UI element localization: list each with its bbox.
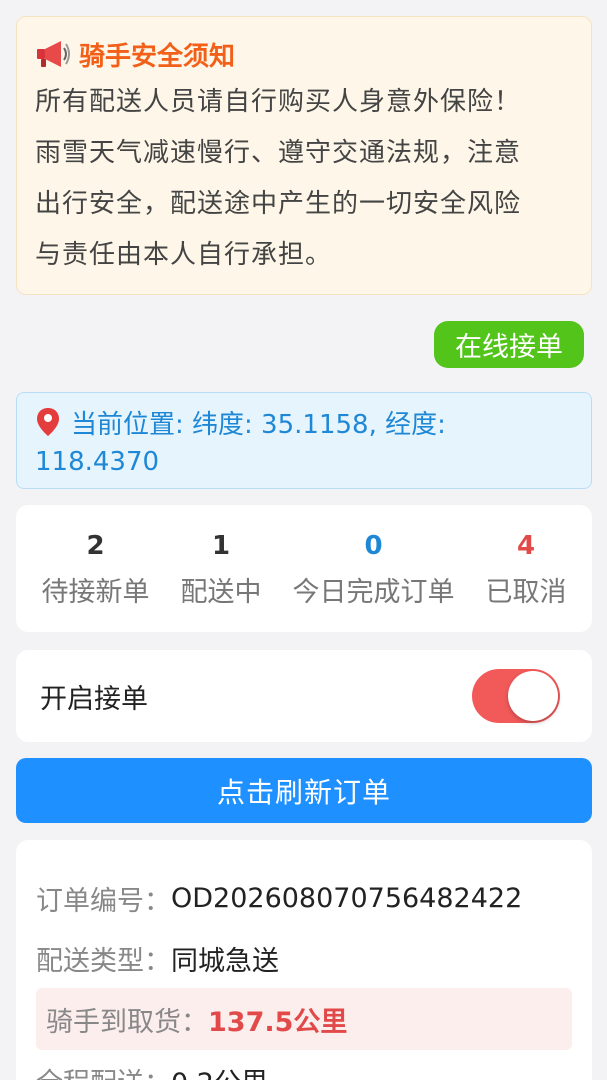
stat-pending-label: 待接新单 bbox=[41, 577, 150, 608]
stat-cancelled-label: 已取消 bbox=[485, 577, 567, 608]
stat-cancelled-value: 4 bbox=[516, 531, 536, 561]
location-text: 当前位置: 纬度: 35.1158, 经度: 118.4370 bbox=[35, 410, 446, 477]
stat-completed-label: 今日完成订单 bbox=[292, 577, 455, 608]
switch-knob bbox=[508, 671, 558, 721]
total-distance-row: 全程配送： 0.2公里 bbox=[36, 1050, 572, 1080]
delivery-type-value: 同城急送 bbox=[171, 945, 279, 977]
stat-pending[interactable]: 2 待接新单 bbox=[42, 528, 150, 609]
stat-delivering[interactable]: 1 配送中 bbox=[181, 528, 262, 609]
notice-line: 雨雪天气减速慢行、遵守交通法规，注意 bbox=[35, 138, 522, 168]
stat-cancelled[interactable]: 4 已取消 bbox=[486, 528, 567, 609]
notice-line: 与责任由本人自行承担。 bbox=[35, 240, 333, 270]
order-card[interactable]: 订单编号： OD202608070756482422 配送类型： 同城急送 骑手… bbox=[16, 840, 592, 1080]
total-distance-label: 全程配送： bbox=[36, 1061, 171, 1080]
notice-line: 所有配送人员请自行购买人身意外保险！ bbox=[35, 87, 522, 117]
accept-orders-label: 开启接单 bbox=[40, 683, 148, 715]
pickup-distance-row: 骑手到取货： 137.5公里 bbox=[36, 988, 572, 1050]
refresh-orders-button[interactable]: 点击刷新订单 bbox=[16, 758, 592, 823]
safety-notice-title: 骑手安全须知 bbox=[35, 35, 573, 73]
notice-line: 出行安全，配送途中产生的一切安全风险 bbox=[35, 189, 522, 219]
order-stats: 2 待接新单 1 配送中 0 今日完成订单 4 已取消 bbox=[16, 505, 592, 632]
stat-delivering-value: 1 bbox=[211, 531, 231, 561]
pickup-distance-value: 137.5公里 bbox=[208, 1006, 348, 1038]
rider-order-page: 骑手安全须知 所有配送人员请自行购买人身意外保险！ 雨雪天气减速慢行、遵守交通法… bbox=[0, 0, 607, 1080]
pickup-distance-label: 骑手到取货： bbox=[46, 1006, 208, 1038]
accept-orders-row: 开启接单 bbox=[16, 650, 592, 742]
order-id-value: OD202608070756482422 bbox=[171, 882, 523, 914]
megaphone-icon bbox=[35, 38, 71, 70]
total-distance-value: 0.2公里 bbox=[171, 1061, 268, 1080]
order-id-row: 订单编号： OD202608070756482422 bbox=[36, 868, 572, 928]
stat-pending-value: 2 bbox=[86, 531, 105, 561]
stat-delivering-label: 配送中 bbox=[180, 577, 262, 608]
current-location-panel: 当前位置: 纬度: 35.1158, 经度: 118.4370 bbox=[16, 392, 592, 489]
notice-title-text: 骑手安全须知 bbox=[79, 41, 236, 72]
stat-completed-value: 0 bbox=[364, 531, 383, 561]
delivery-type-row: 配送类型： 同城急送 bbox=[36, 928, 572, 988]
delivery-type-label: 配送类型： bbox=[36, 945, 171, 977]
online-status-button[interactable]: 在线接单 bbox=[434, 321, 584, 368]
pin-icon bbox=[35, 407, 61, 437]
safety-notice-card: 骑手安全须知 所有配送人员请自行购买人身意外保险！ 雨雪天气减速慢行、遵守交通法… bbox=[16, 16, 592, 295]
accept-orders-switch[interactable] bbox=[472, 669, 560, 723]
notice-body: 所有配送人员请自行购买人身意外保险！ 雨雪天气减速慢行、遵守交通法规，注意 出行… bbox=[35, 77, 573, 281]
stat-completed-today[interactable]: 0 今日完成订单 bbox=[293, 528, 455, 609]
order-id-label: 订单编号： bbox=[36, 885, 171, 917]
